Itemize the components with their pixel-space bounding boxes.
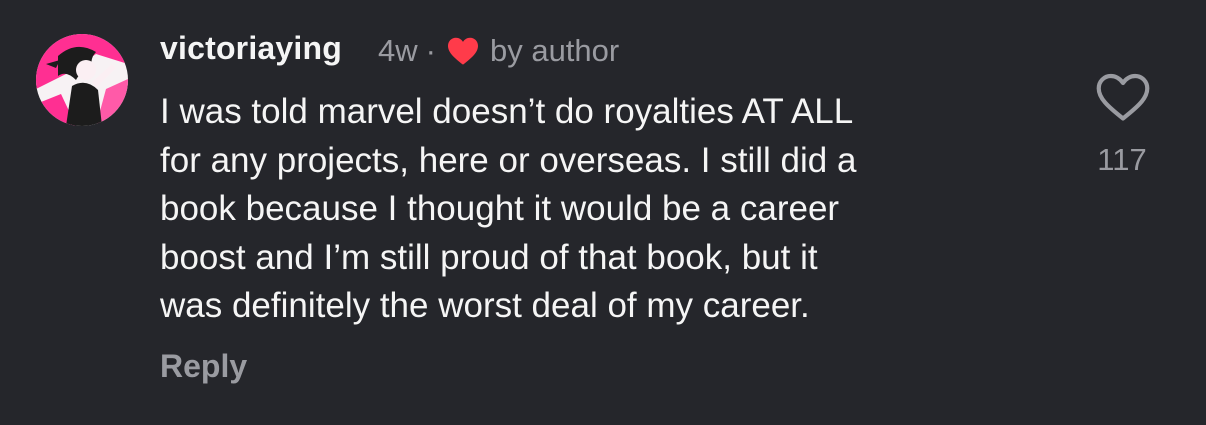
comment-line: was definitely the worst deal of my care… bbox=[160, 286, 810, 325]
comment-body: I was told marvel doesn’t do royalties A… bbox=[160, 88, 1040, 331]
reply-button[interactable]: Reply bbox=[160, 348, 247, 385]
avatar-illustration bbox=[36, 34, 128, 126]
comment-line: I was told marvel doesn’t do royalties A… bbox=[160, 92, 854, 131]
heart-outline-icon bbox=[1096, 73, 1150, 121]
meta-separator: · bbox=[425, 33, 436, 68]
like-button[interactable] bbox=[1095, 70, 1151, 124]
comment-line: book because I thought it would be a car… bbox=[160, 189, 840, 228]
comment-meta: 4w · by author bbox=[378, 33, 619, 69]
liked-by-author-label: by author bbox=[489, 33, 620, 68]
comment: victoriaying 4w · by author I was told m… bbox=[0, 0, 1206, 425]
author-heart-icon bbox=[446, 36, 480, 66]
timestamp: 4w bbox=[378, 33, 418, 68]
comment-line: for any projects, here or overseas. I st… bbox=[160, 140, 857, 180]
avatar[interactable] bbox=[36, 34, 128, 126]
like-count: 117 bbox=[1097, 142, 1147, 177]
comment-line: boost and I’m still proud of that book, … bbox=[160, 237, 818, 277]
username[interactable]: victoriaying bbox=[160, 30, 342, 67]
